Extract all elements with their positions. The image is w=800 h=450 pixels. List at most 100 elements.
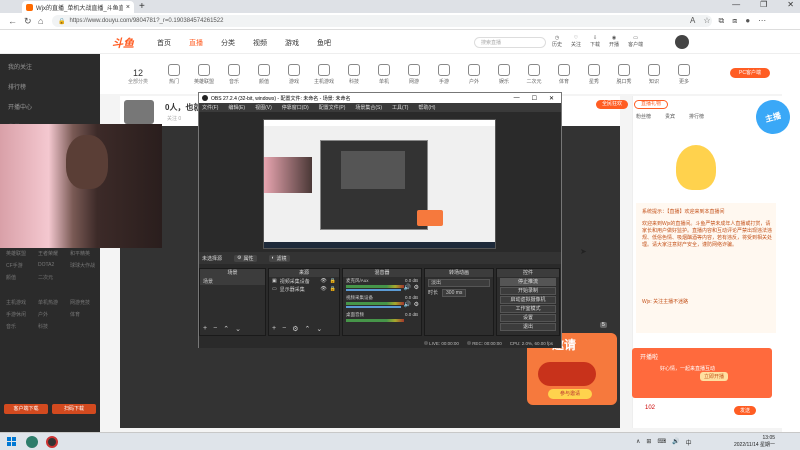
category-item[interactable]: 手游 (430, 64, 458, 85)
duration-input[interactable]: 300 ms (442, 289, 467, 297)
obs-menu-docks[interactable]: 停靠窗口(D) (282, 104, 309, 111)
up-icon[interactable]: ⌃ (304, 325, 310, 333)
eye-icon[interactable]: 👁 (320, 278, 326, 284)
obs-app-icon[interactable] (46, 436, 58, 448)
sidebar-sub[interactable]: 球球大作战 (70, 262, 95, 269)
site-search-input[interactable]: 搜索直播 (474, 37, 546, 48)
tray-expand-icon[interactable]: ∧ (636, 438, 640, 447)
obs-menu-profile[interactable]: 配置文件(P) (319, 104, 346, 111)
sidebar-sub[interactable]: 王者荣耀 (38, 250, 58, 257)
obs-menu-file[interactable]: 文件(F) (202, 104, 218, 111)
maximize-button[interactable]: ❐ (760, 0, 767, 9)
category-item[interactable]: 知识 (640, 64, 668, 85)
go-live-icon[interactable]: ◉ 开播 (609, 35, 619, 48)
history-icon[interactable]: ◷ 历史 (552, 35, 562, 48)
nav-home[interactable]: 首页 (157, 38, 171, 48)
ime-indicator[interactable]: 中 (686, 438, 692, 447)
sidebar-sub[interactable]: CF手游 (6, 262, 23, 269)
sidebar-sub[interactable]: 英雄联盟 (6, 250, 26, 257)
sidebar-sub[interactable]: 单机热游 (38, 299, 58, 306)
start-recording-button[interactable]: 开始录制 (500, 287, 556, 295)
translate-icon[interactable]: A (690, 16, 695, 26)
sidebar-sub[interactable]: 二次元 (38, 274, 53, 281)
client-icon[interactable]: ▭ 客户端 (628, 35, 643, 48)
close-window-button[interactable]: ✕ (787, 0, 794, 9)
category-item[interactable]: 单机 (370, 64, 398, 85)
collections-icon[interactable]: ⧉ (719, 16, 725, 26)
category-item[interactable]: 娱乐 (490, 64, 518, 85)
source-item[interactable]: ▭ 显示器采集 👁 🔒 (269, 285, 339, 293)
pc-client-button[interactable]: PC客户端 (730, 68, 770, 78)
sidebar-sub[interactable]: 手游休闲 (6, 311, 26, 318)
virtual-camera-button[interactable]: 启动虚拟摄像机 (500, 296, 556, 304)
minimize-button[interactable]: — (732, 0, 740, 9)
obs-minimize-button[interactable]: — (514, 95, 520, 102)
obs-preview-canvas[interactable] (263, 119, 496, 249)
category-item[interactable]: 星秀 (580, 64, 608, 85)
source-item[interactable]: ▣ 视频采集设备 👁 🔒 (269, 277, 339, 285)
gear-icon[interactable]: ⚙ (414, 301, 419, 308)
nav-live[interactable]: 直播 (189, 38, 203, 48)
down-icon[interactable]: ⌄ (235, 325, 241, 333)
eye-icon[interactable]: 👁 (320, 286, 326, 292)
new-tab-button[interactable]: + (139, 1, 145, 12)
obs-properties-button[interactable]: ⚙ 属性 (234, 254, 257, 262)
category-item[interactable]: 音乐 (220, 64, 248, 85)
category-item[interactable]: 户外 (460, 64, 488, 85)
category-item[interactable]: 网游 (400, 64, 428, 85)
close-tab-icon[interactable]: × (126, 4, 130, 11)
remove-icon[interactable]: − (213, 325, 217, 333)
transition-select[interactable]: 淡出 (428, 279, 490, 287)
sidebar-sub[interactable]: 颜值 (6, 274, 16, 281)
site-logo[interactable]: 斗鱼 (112, 35, 134, 51)
down-icon[interactable]: ⌄ (316, 325, 322, 333)
add-icon[interactable]: + (272, 325, 276, 333)
obs-menu-scene-collection[interactable]: 场景集合(S) (355, 104, 382, 111)
category-item[interactable]: 颜值 (250, 64, 278, 85)
url-field[interactable]: 🔒 https://www.douyu.com/9804781?_r=0.190… (52, 15, 712, 27)
category-item[interactable]: 更多 (670, 64, 698, 85)
sidebar-sub[interactable]: 户外 (38, 311, 48, 318)
gift-count[interactable]: 102 (645, 405, 655, 411)
more-menu-icon[interactable]: ⋯ (758, 16, 766, 26)
obs-menu-edit[interactable]: 编辑(E) (228, 104, 245, 111)
category-item[interactable]: 脱口秀 (610, 64, 638, 85)
network-icon[interactable]: ⊞ (646, 438, 651, 447)
obs-menu-help[interactable]: 帮助(H) (418, 104, 435, 111)
sidebar-sub[interactable]: 和平精英 (70, 250, 90, 257)
tab-vip[interactable]: 贵宾 (665, 113, 675, 120)
category-item[interactable]: 游戏 (280, 64, 308, 85)
scan-download-button[interactable]: 扫码下载 (52, 404, 96, 414)
speaker-icon[interactable]: 🔊 (404, 301, 411, 308)
studio-mode-button[interactable]: 工作室模式 (500, 305, 556, 313)
start-icon[interactable] (7, 437, 16, 446)
category-item[interactable]: 热门 (160, 64, 188, 85)
sidebar-item-creator[interactable]: 开播中心 (8, 102, 32, 111)
category-count[interactable]: 12 全部分类 (128, 68, 148, 85)
sidebar-sub[interactable]: 网游竞技 (70, 299, 90, 306)
keyboard-icon[interactable]: ⌨ (657, 438, 666, 447)
stop-streaming-button[interactable]: 停止推流 (500, 278, 556, 286)
lock-icon[interactable]: 🔒 (330, 286, 336, 292)
volume-slider[interactable] (346, 306, 401, 308)
sidebar-sub[interactable]: 科技 (38, 323, 48, 330)
category-item[interactable]: 体育 (550, 64, 578, 85)
obs-maximize-button[interactable]: ☐ (532, 95, 537, 102)
client-download-button[interactable]: 客户端下载 (4, 404, 48, 414)
streamer-avatar[interactable] (124, 100, 154, 124)
send-button[interactable]: 发送 (734, 406, 757, 415)
category-item[interactable]: 主机游戏 (310, 64, 338, 85)
speaker-icon[interactable]: 🔊 (404, 284, 411, 291)
sidebar-item-ranking[interactable]: 排行榜 (8, 82, 26, 91)
tab-fans[interactable]: 粉丝榜 (636, 113, 651, 120)
category-item[interactable]: 二次元 (520, 64, 548, 85)
sidebar-sub[interactable]: 音乐 (6, 323, 16, 330)
profile-icon[interactable]: ● (745, 16, 750, 26)
user-avatar[interactable] (675, 35, 689, 49)
favorite-star-icon[interactable]: ☆ (703, 16, 710, 26)
lock-icon[interactable]: 🔒 (330, 278, 336, 284)
obs-title-bar[interactable]: OBS 27.2.4 (32-bit, windows) - 配置文件: 未命名… (199, 93, 561, 103)
nav-video[interactable]: 视频 (253, 38, 267, 48)
volume-icon[interactable]: 🔊 (672, 438, 679, 447)
scene-item[interactable]: 场景 (200, 277, 265, 285)
